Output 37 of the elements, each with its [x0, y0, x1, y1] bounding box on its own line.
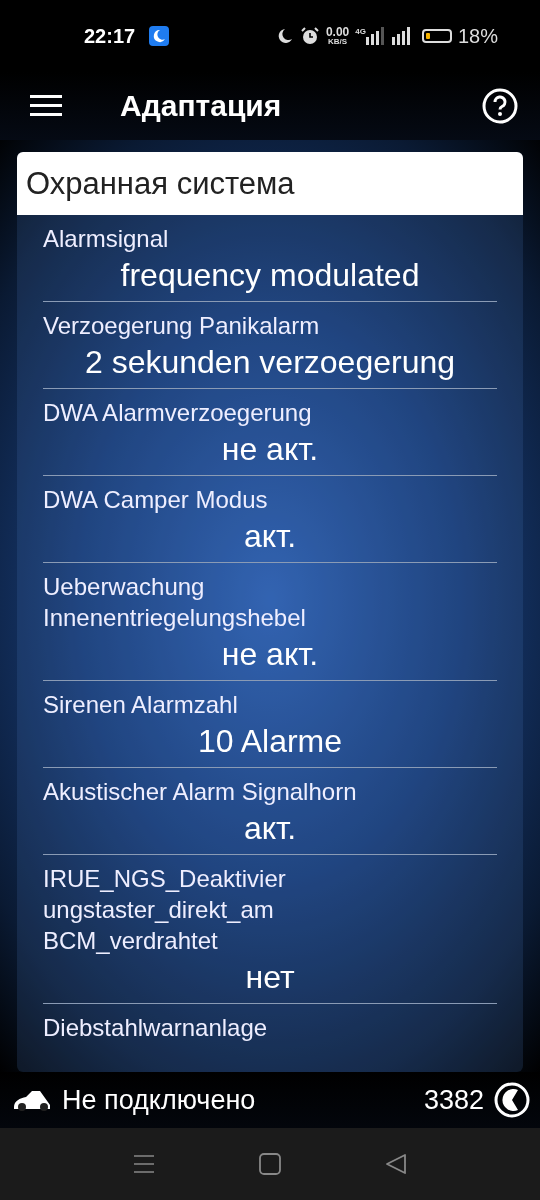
setting-label: IRUE_NGS_Deaktivier ungstaster_direkt_am BCM_verdrahtet: [43, 864, 287, 956]
setting-label: DWA Alarmverzoegerung: [43, 398, 313, 428]
setting-label: DWA Camper Modus: [43, 485, 269, 515]
battery-icon: [421, 29, 452, 43]
screen-title: Адаптация: [120, 89, 283, 123]
network-type: 4G: [355, 26, 366, 36]
signal-icon: [391, 27, 412, 45]
help-icon: [482, 88, 518, 124]
signal-icon: [365, 27, 386, 45]
home-button[interactable]: [259, 1153, 281, 1175]
setting-label: Akustischer Alarm Signalhorn: [43, 777, 358, 807]
setting-label: Ueberwachung Innenentriegelungshebel: [43, 572, 307, 633]
connection-status: Не подключено: [62, 1084, 256, 1116]
battery-percent: 18%: [457, 24, 498, 48]
setting-value[interactable]: акт.: [43, 807, 497, 854]
net-speed-unit: KB/S: [328, 38, 348, 46]
setting-value[interactable]: не акт.: [43, 428, 497, 475]
back-button[interactable]: [385, 1153, 407, 1175]
setting-value[interactable]: 2 sekunden verzoegerung: [43, 341, 497, 388]
section-title: Охранная система: [17, 152, 523, 215]
status-time: 22:17: [84, 24, 136, 48]
setting-value[interactable]: не акт.: [43, 633, 497, 680]
setting-label: Sirenen Alarmzahl: [43, 690, 239, 720]
setting-label: Alarmsignal: [43, 224, 170, 254]
menu-icon: [30, 95, 62, 117]
connection-icon: [494, 1082, 530, 1118]
net-speed: 0.00: [325, 26, 350, 38]
setting-value[interactable]: акт.: [43, 515, 497, 562]
setting-value[interactable]: frequency modulated: [43, 254, 497, 301]
alarm-icon: [299, 26, 320, 46]
recent-apps-button[interactable]: [133, 1154, 155, 1174]
setting-value[interactable]: нет: [43, 956, 497, 1003]
counter: 3382: [423, 1084, 484, 1116]
setting-value[interactable]: 10 Alarme: [43, 720, 497, 767]
moon-app-icon: [149, 26, 170, 46]
setting-label: Diebstahlwarnanlage: [43, 1013, 269, 1043]
setting-label: Verzoegerung Panikalarm: [43, 311, 321, 341]
